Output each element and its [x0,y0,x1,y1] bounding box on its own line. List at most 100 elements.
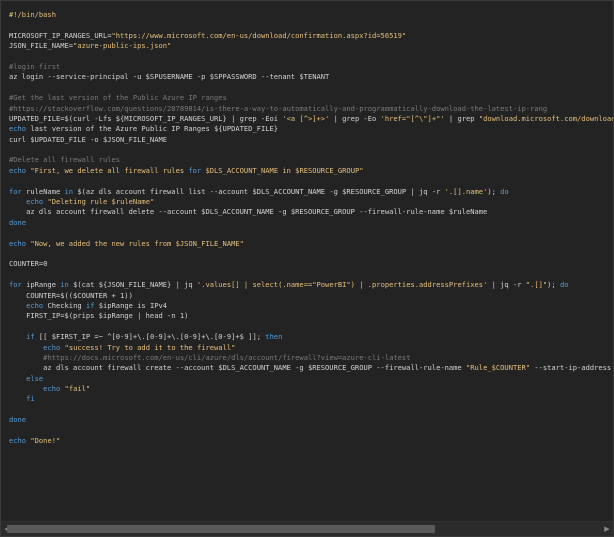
scroll-right-arrow-icon[interactable]: ▶ [601,523,613,535]
code-line: echo last version of the Azure Public IP… [9,124,613,134]
code-token: ); [547,280,560,290]
code-line: echo "Now, we added the new rules from $… [9,239,613,249]
code-token: done [9,217,27,227]
code-token: COUNTER=0 [9,259,48,269]
code-token: echo [26,300,44,310]
code-token: "Now, we added the new rules from $JSON_… [30,238,244,248]
code-token: echo [9,124,27,134]
code-viewer-window: #!/bin/bash MICROSOFT_IP_RANGES_URL="http… [0,0,614,537]
code-token: Checking [43,300,86,310]
code-token: then [265,332,283,342]
code-token: ruleName [21,186,65,196]
code-line: echo "Deleting rule $ruleName" [9,197,613,207]
code-token: for [9,280,22,290]
code-line: done [9,415,613,425]
code-line: UPDATED_FILE=$(curl -Lfs ${MICROSOFT_IP_… [9,114,613,124]
code-block[interactable]: #!/bin/bash MICROSOFT_IP_RANGES_URL="http… [1,1,613,522]
code-token: "success! Try to add it to the firewall" [64,342,236,352]
code-token: for [9,186,22,196]
code-token: fi [26,394,35,404]
code-token: "Done!" [30,436,61,446]
code-line: echo "fail" [9,384,613,394]
code-token: last version of the Azure Public IP Rang… [26,124,279,134]
code-line: echo Checking if $ipRange is IPv4 [9,301,613,311]
code-line: echo "First, we delete all firewall rule… [9,166,613,176]
code-token: "Rule_$COUNTER" [465,363,531,373]
code-token: echo [43,384,61,394]
code-line: FIRST_IP=$(prips $ipRange | head -n 1) [9,311,613,321]
code-token: "Deleting rule $ruleName" [47,197,155,207]
code-token: in [60,280,69,290]
code-line: #Delete all firewall rules [9,155,613,165]
code-token: MICROSOFT_IP_RANGES_URL= [9,30,112,40]
code-token: echo [43,342,61,352]
code-line: #https://stackoverflow.com/questions/287… [9,104,613,114]
code-token: $DLS_ACCOUNT_NAME in $RESOURCE_GROUP" [201,165,364,175]
code-token: FIRST_IP=$(prips $ipRange | head -n 1) [9,311,189,321]
code-line: az login --service-principal -u $SPUSERN… [9,72,613,82]
code-token: 'href="[^\"]+"' [380,113,445,123]
code-token: az dls account firewall create --account… [9,363,466,373]
code-token: do [500,186,509,196]
code-token: #Get the last version of the Public Azur… [9,93,227,103]
code-token: | jq -r [487,280,526,290]
code-line: #https://docs.microsoft.com/en-us/cli/az… [9,353,613,363]
code-token: ipRange [21,280,61,290]
code-line: COUNTER=$(($COUNTER + 1)) [9,291,613,301]
code-token: az login --service-principal -u $SPUSERN… [9,72,330,82]
code-line: else [9,374,613,384]
code-token: ); [487,186,501,196]
code-line: az dls account firewall delete --account… [9,207,613,217]
code-token: #!/bin/bash [9,10,56,19]
code-token: else [26,373,44,383]
code-token: '.[].name' [444,186,488,196]
code-token: if [26,332,35,342]
code-token: COUNTER=$(($COUNTER + 1)) [9,290,133,300]
code-line: echo "Done!" [9,436,613,446]
code-token: #login first [9,61,61,71]
code-token: UPDATED_FILE=$(curl -Lfs ${MICROSOFT_IP_… [9,113,283,123]
code-token: for [188,165,202,175]
scrollbar-thumb[interactable] [7,525,435,533]
code-token: #Delete all firewall rules [9,155,121,165]
code-line: fi [9,394,613,404]
code-token: #https://docs.microsoft.com/en-us/cli/az… [43,352,411,362]
code-line: for ruleName in $(az dls account firewal… [9,187,613,197]
code-line: #login first [9,62,613,72]
code-token: [[ $FIRST_IP =~ ^[0-9]+\.[0-9]+\.[0-9]+\… [34,332,266,342]
code-token: JSON_FILE_NAME= [9,41,74,51]
code-token: "fail" [64,384,91,394]
horizontal-scrollbar[interactable]: ◀ ▶ [1,521,613,536]
code-token: ".[]" [525,280,548,290]
code-token: echo [26,197,44,207]
code-token: --start-ip-address $FIRST_IP [534,363,612,373]
code-token: "azure-public-ips.json" [73,41,172,51]
code-line: #!/bin/bash [9,10,613,20]
code-token: $(az dls account firewall list --account… [73,186,445,196]
code-token: echo [9,165,27,175]
code-line: az dls account firewall create --account… [9,363,613,373]
code-line: for ipRange in $(cat ${JSON_FILE_NAME} |… [9,280,613,290]
code-token: '<a [^>]+>' [282,113,330,123]
code-token: "First, we delete all firewall rules [30,165,189,175]
code-token: '.values[] | select(.name=="PowerBI") | … [196,280,488,290]
code-line: if [[ $FIRST_IP =~ ^[0-9]+\.[0-9]+\.[0-9… [9,332,613,342]
code-token: done [9,415,27,425]
code-token: | grep [444,113,479,123]
code-line: MICROSOFT_IP_RANGES_URL="https://www.mic… [9,31,613,41]
code-token: in [64,186,74,196]
code-token: echo [9,238,27,248]
code-token: az dls account firewall delete --account… [9,207,488,217]
